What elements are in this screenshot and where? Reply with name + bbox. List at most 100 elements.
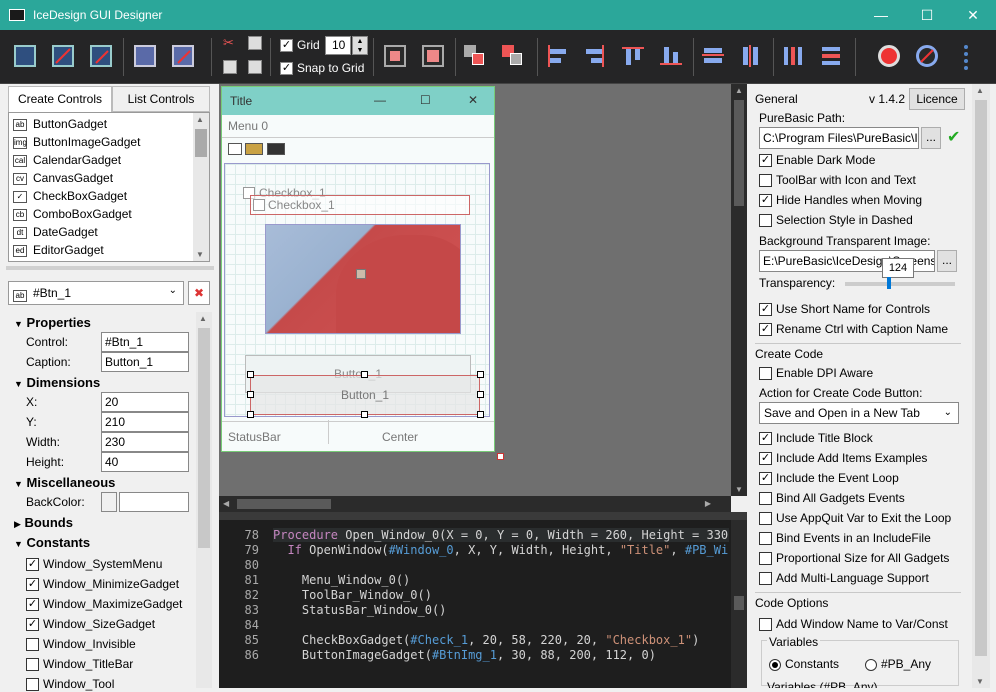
backcolor-swatch[interactable]: [101, 492, 117, 512]
height-field[interactable]: 40: [101, 452, 189, 472]
canvas-h-scrollbar[interactable]: ◀ ▶: [219, 496, 731, 512]
constant-row[interactable]: Window_Tool: [26, 674, 196, 692]
constant-row[interactable]: ✓ Window_SystemMenu: [26, 554, 196, 574]
constant-checkbox[interactable]: ✓: [26, 618, 39, 632]
grid-size-spinner[interactable]: ▲ ▼: [352, 36, 368, 55]
backcolor-field[interactable]: [119, 492, 189, 512]
align-bottom-button[interactable]: [657, 42, 685, 70]
canvas-v-scrollbar[interactable]: ▲ ▼: [731, 84, 747, 496]
save-as-button[interactable]: [169, 42, 197, 70]
option-checkbox[interactable]: ✓: [759, 154, 772, 168]
constant-checkbox[interactable]: ✓: [26, 598, 39, 612]
option-row[interactable]: ✓ Include the Event Loop: [759, 469, 899, 487]
option-checkbox[interactable]: ✓: [759, 303, 772, 317]
align-right-button[interactable]: [581, 42, 609, 70]
option-row[interactable]: ✓ Hide Handles when Moving: [759, 191, 922, 209]
constant-checkbox[interactable]: [26, 638, 39, 652]
constant-checkbox[interactable]: ✓: [26, 578, 39, 592]
gadget-list-item[interactable]: ✓ CheckBoxGadget: [9, 187, 193, 205]
selected-button-gadget[interactable]: Button_1: [250, 375, 480, 415]
control-field[interactable]: #Btn_1: [101, 332, 189, 352]
bring-front-button[interactable]: [461, 42, 489, 70]
same-width-button[interactable]: [699, 42, 727, 70]
paste-icon[interactable]: [223, 60, 237, 74]
dimensions-section[interactable]: ▼ Dimensions: [14, 375, 100, 390]
constant-row[interactable]: ✓ Window_SizeGadget: [26, 614, 196, 634]
designer-window[interactable]: Title — ☐ ✕ Menu 0 Checkbox_1 Checkbox_1: [221, 86, 495, 452]
option-row[interactable]: Bind Events in an IncludeFile: [759, 529, 931, 547]
resize-handle[interactable]: [477, 411, 484, 418]
send-back-button[interactable]: [499, 42, 527, 70]
option-checkbox[interactable]: [759, 492, 772, 506]
option-checkbox[interactable]: ✓: [759, 194, 772, 208]
option-row[interactable]: ToolBar with Icon and Text: [759, 171, 916, 189]
align-left-button[interactable]: [543, 42, 571, 70]
copy-icon[interactable]: [248, 36, 262, 50]
gadget-list-scrollbar[interactable]: ▲ ▼: [193, 113, 209, 261]
settings-scrollbar[interactable]: ▲ ▼: [972, 84, 990, 688]
option-checkbox[interactable]: ✓: [759, 452, 772, 466]
properties-scrollbar[interactable]: ▲: [196, 312, 212, 688]
constants-radio[interactable]: [769, 658, 781, 671]
code-v-scrollbar[interactable]: [731, 520, 747, 688]
constants-section[interactable]: ▼ Constants: [14, 535, 90, 550]
delete-control-button[interactable]: ✖: [188, 281, 210, 305]
open-button[interactable]: [49, 42, 77, 70]
option-checkbox[interactable]: [759, 214, 772, 228]
resize-handle[interactable]: [361, 371, 368, 378]
gadget-list-item[interactable]: cb ComboBoxGadget: [9, 205, 193, 223]
duplicate-icon[interactable]: [248, 60, 262, 74]
resize-handle[interactable]: [477, 391, 484, 398]
licence-button[interactable]: Licence: [909, 88, 965, 110]
select-all-button[interactable]: [381, 42, 409, 70]
option-row[interactable]: ✓ Rename Ctrl with Caption Name: [759, 320, 948, 338]
window-name-row[interactable]: Add Window Name to Var/Const: [759, 615, 948, 633]
distribute-v-button[interactable]: [817, 42, 845, 70]
window-resize-handle[interactable]: [497, 453, 504, 460]
create-code-button[interactable]: [913, 42, 941, 70]
caption-field[interactable]: Button_1: [101, 352, 189, 372]
pb-path-field[interactable]: C:\Program Files\PureBasic\I: [759, 127, 919, 149]
same-height-button[interactable]: [737, 42, 765, 70]
grid-size-input[interactable]: 10: [325, 36, 351, 55]
option-checkbox[interactable]: [759, 174, 772, 188]
option-checkbox[interactable]: [759, 552, 772, 566]
gadget-list-item[interactable]: cal CalendarGadget: [9, 151, 193, 169]
resize-handle[interactable]: [361, 411, 368, 418]
resize-handle[interactable]: [247, 391, 254, 398]
pbany-radio-row[interactable]: #PB_Any: [865, 655, 931, 673]
checkbox-gadget[interactable]: Checkbox_1: [250, 195, 470, 215]
select-container-button[interactable]: [419, 42, 447, 70]
option-row[interactable]: Add Multi-Language Support: [759, 569, 929, 587]
y-field[interactable]: 210: [101, 412, 189, 432]
gadget-list-item[interactable]: cv CanvasGadget: [9, 169, 193, 187]
gadget-list-item[interactable]: ab ButtonGadget: [9, 115, 193, 133]
edit-window-button[interactable]: [87, 42, 115, 70]
x-field[interactable]: 20: [101, 392, 189, 412]
minimize-button[interactable]: —: [858, 0, 904, 30]
align-top-button[interactable]: [619, 42, 647, 70]
cut-icon[interactable]: ✂: [223, 36, 237, 50]
dpi-row[interactable]: Enable DPI Aware: [759, 364, 873, 382]
misc-section[interactable]: ▼ Miscellaneous: [14, 475, 115, 490]
option-checkbox[interactable]: ✓: [759, 432, 772, 446]
constant-row[interactable]: Window_TitleBar: [26, 654, 196, 674]
constants-radio-row[interactable]: Constants: [769, 655, 839, 673]
constant-row[interactable]: ✓ Window_MaximizeGadget: [26, 594, 196, 614]
gadget-list-item[interactable]: img ButtonImageGadget: [9, 133, 193, 151]
option-checkbox[interactable]: ✓: [759, 323, 772, 337]
constant-checkbox[interactable]: [26, 678, 39, 692]
preview-button[interactable]: [875, 42, 903, 70]
resize-handle[interactable]: [247, 411, 254, 418]
option-row[interactable]: Use AppQuit Var to Exit the Loop: [759, 509, 951, 527]
transparency-slider-thumb[interactable]: [886, 277, 891, 289]
gadget-list-item[interactable]: dt DateGadget: [9, 223, 193, 241]
toolbar-overflow-icon[interactable]: [963, 44, 969, 72]
bounds-section[interactable]: ▶ Bounds: [14, 515, 73, 530]
new-window-button[interactable]: [11, 42, 39, 70]
close-button[interactable]: ✕: [950, 0, 996, 30]
option-row[interactable]: ✓ Include Add Items Examples: [759, 449, 927, 467]
pb-path-browse-button[interactable]: ...: [921, 127, 941, 149]
maximize-button[interactable]: ☐: [904, 0, 950, 30]
distribute-h-button[interactable]: [779, 42, 807, 70]
